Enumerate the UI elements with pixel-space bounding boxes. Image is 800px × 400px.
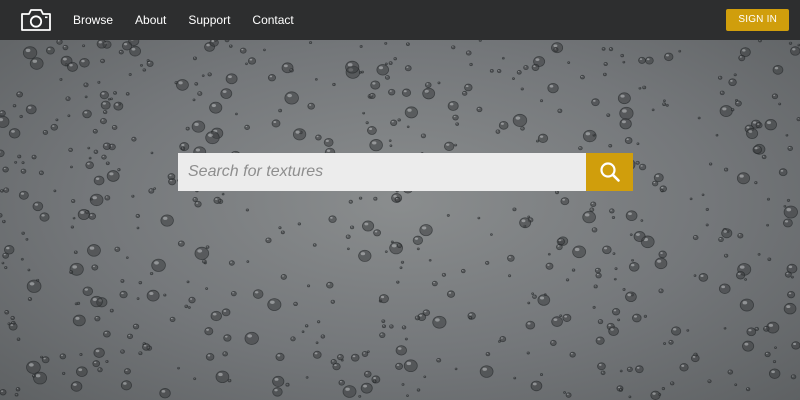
nav-contact-link[interactable]: Contact bbox=[252, 0, 293, 40]
main-nav: Browse About Support Contact bbox=[73, 0, 316, 40]
search-bar bbox=[178, 153, 633, 191]
camera-icon[interactable] bbox=[20, 8, 52, 32]
sign-in-button[interactable]: SIGN IN bbox=[726, 9, 789, 31]
nav-support-link[interactable]: Support bbox=[188, 0, 230, 40]
nav-about-link[interactable]: About bbox=[135, 0, 166, 40]
search-input[interactable] bbox=[178, 153, 586, 191]
search-icon bbox=[599, 162, 620, 182]
nav-browse-link[interactable]: Browse bbox=[73, 0, 113, 40]
hero-raindrop-background bbox=[0, 40, 800, 400]
top-navigation-bar: Browse About Support Contact SIGN IN bbox=[0, 0, 800, 40]
search-button[interactable] bbox=[586, 153, 633, 191]
raindrops-texture bbox=[0, 40, 800, 400]
